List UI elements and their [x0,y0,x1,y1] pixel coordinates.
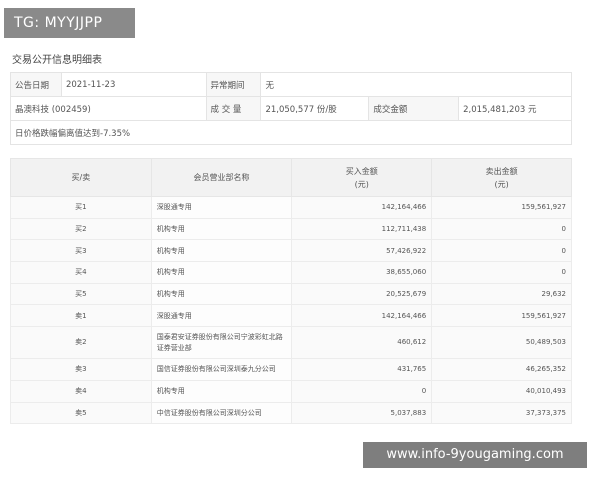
buy-amount-cell: 460,612 [291,326,433,360]
buy-amount-cell: 0 [291,379,433,403]
sell-amount-cell: 50,489,503 [431,326,572,360]
header-sell: 卖出金额 (元) [431,158,572,197]
table-row: 卖5 中信证券股份有限公司深圳分公司 5,037,883 37,373,375 [10,401,572,425]
side-cell: 买1 [10,196,152,219]
seat-cell: 机构专用 [150,261,293,284]
reason-text: 日价格跌幅偏离值达到-7.35% [10,120,572,145]
side-cell: 买4 [10,261,152,284]
seat-cell: 深股通专用 [150,304,293,328]
volume-value: 21,050,577 份/股 [260,96,370,121]
header-sell-line1: 卖出金额 [485,166,518,176]
table-row: 买2 机构专用 112,711,438 0 [10,217,572,241]
side-cell: 卖2 [10,326,152,360]
buy-amount-cell: 38,655,060 [291,261,433,284]
buy-amount-cell: 142,164,466 [291,196,433,219]
seat-cell: 深股通专用 [150,196,293,219]
sell-amount-cell: 159,561,927 [431,304,572,328]
announce-date-label: 公告日期 [10,72,62,97]
header-side: 买/卖 [10,158,152,197]
header-seat: 会员营业部名称 [150,158,293,197]
side-cell: 卖5 [10,401,152,425]
header-sell-line2: (元) [494,179,509,189]
seat-cell: 机构专用 [150,379,293,403]
side-cell: 买5 [10,282,152,306]
sell-amount-cell: 40,010,493 [431,379,572,403]
side-cell: 卖1 [10,304,152,328]
side-cell: 买3 [10,239,152,263]
page-title: 交易公开信息明细表 [12,55,102,66]
buy-amount-cell: 142,164,466 [291,304,433,328]
table-header-row: 买/卖 会员营业部名称 买入金额 (元) 卖出金额 (元) [10,158,572,197]
buy-amount-cell: 5,037,883 [291,401,433,425]
trading-seats-table: 买/卖 会员营业部名称 买入金额 (元) 卖出金额 (元) 买1 深股通专用 142… [10,158,572,425]
seat-cell: 中信证券股份有限公司深圳分公司 [150,401,293,425]
table-row: 买3 机构专用 57,426,922 0 [10,239,572,263]
side-cell: 买2 [10,217,152,241]
buy-amount-cell: 57,426,922 [291,239,433,263]
stock-name: 晶澳科技 (002459) [10,96,207,121]
sell-amount-cell: 0 [431,261,572,284]
header-buy: 买入金额 (元) [291,158,433,197]
seat-cell: 国泰君安证券股份有限公司宁波彩虹北路证券营业部 [150,326,293,360]
amount-value: 2,015,481,203 元 [458,96,572,121]
abnormal-period-value: 无 [260,72,572,97]
side-cell: 卖3 [10,358,152,381]
table-row: 卖1 深股通专用 142,164,466 159,561,927 [10,304,572,328]
seat-cell: 机构专用 [150,217,293,241]
sell-amount-cell: 46,265,352 [431,358,572,381]
table-row: 买1 深股通专用 142,164,466 159,561,927 [10,196,572,219]
table-row: 买5 机构专用 20,525,679 29,632 [10,282,572,306]
table-row: 卖3 国信证券股份有限公司深圳泰九分公司 431,765 46,265,352 [10,358,572,381]
abnormal-period-label: 异常期间 [205,72,262,97]
announcement-info-table: 公告日期 2021-11-23 异常期间 无 晶澳科技 (002459) 成 交… [10,72,572,145]
seat-cell: 国信证券股份有限公司深圳泰九分公司 [150,358,293,381]
sell-amount-cell: 29,632 [431,282,572,306]
sell-amount-cell: 37,373,375 [431,401,572,425]
volume-label: 成 交 量 [205,96,262,121]
seat-cell: 机构专用 [150,282,293,306]
buy-amount-cell: 20,525,679 [291,282,433,306]
header-buy-line1: 买入金额 [345,166,378,176]
buy-amount-cell: 112,711,438 [291,217,433,241]
watermark-url: www.info-9yougaming.com [363,442,587,468]
table-row: 买4 机构专用 38,655,060 0 [10,261,572,284]
side-cell: 卖4 [10,379,152,403]
sell-amount-cell: 0 [431,217,572,241]
sell-amount-cell: 0 [431,239,572,263]
sell-amount-cell: 159,561,927 [431,196,572,219]
buy-amount-cell: 431,765 [291,358,433,381]
telegram-badge: TG: MYYJJPP [4,8,135,38]
header-buy-line2: (元) [354,179,369,189]
announce-date-value: 2021-11-23 [60,72,207,97]
amount-label: 成交金额 [368,96,460,121]
table-row: 卖4 机构专用 0 40,010,493 [10,379,572,403]
table-row: 卖2 国泰君安证券股份有限公司宁波彩虹北路证券营业部 460,612 50,48… [10,326,572,360]
seat-cell: 机构专用 [150,239,293,263]
